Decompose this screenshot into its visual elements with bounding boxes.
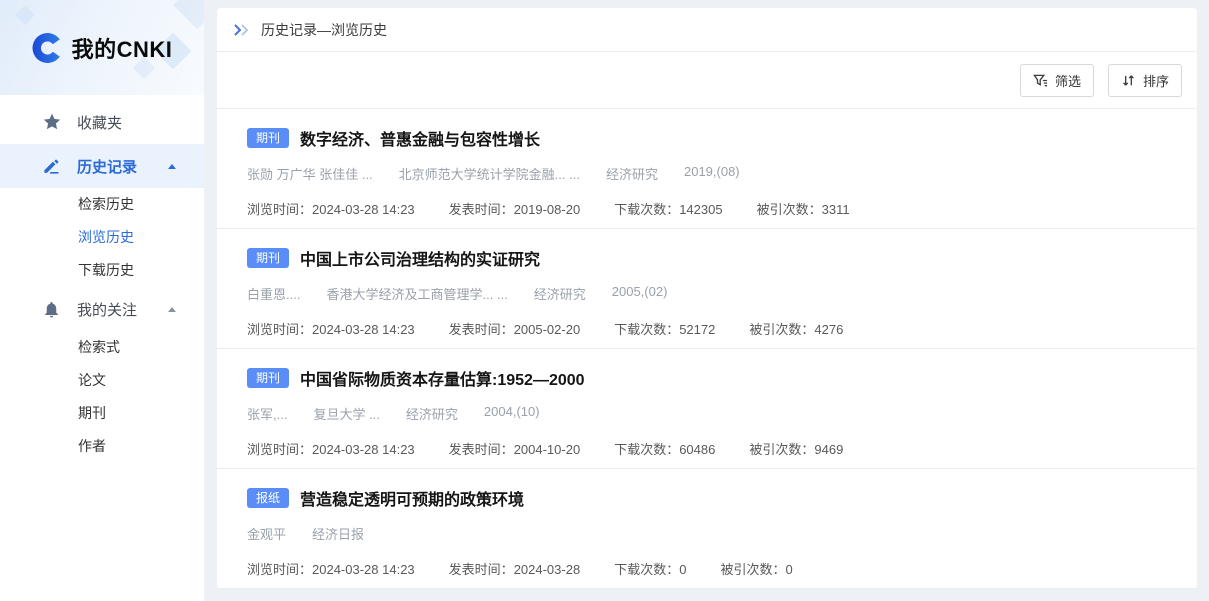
item-source: 经济研究 (534, 284, 586, 303)
item-source: 经济日报 (312, 524, 364, 543)
item-title[interactable]: 中国上市公司治理结构的实证研究 (300, 246, 540, 270)
list-item: 期刊 中国省际物质资本存量估算:1952—2000 张军,... 复旦大学 ..… (217, 349, 1197, 469)
list-item: 期刊 中国上市公司治理结构的实证研究 白重恩.... 香港大学经济及工商管理学.… (217, 229, 1197, 349)
logo-text: 我的CNKI (72, 32, 173, 64)
publish-time: 发表时间：2024-03-28 (449, 559, 581, 578)
bell-icon (42, 300, 62, 319)
app-root: 我的CNKI 收藏夹 历史记录 (0, 0, 1209, 601)
item-authors: 张军,... (247, 404, 287, 423)
decor-cube (173, 0, 204, 29)
logo[interactable]: 我的CNKI (0, 0, 204, 95)
download-count: 下载次数：52172 (614, 319, 715, 338)
item-title[interactable]: 营造稳定透明可预期的政策环境 (300, 486, 524, 510)
view-time: 浏览时间：2024-03-28 14:23 (247, 559, 415, 578)
sidebar-item-label: 我的关注 (77, 299, 137, 320)
filter-icon (1033, 73, 1048, 88)
item-issue: 2019,(08) (684, 164, 740, 183)
collapse-arrow-icon[interactable] (168, 307, 176, 312)
sidebar-item-download-history[interactable]: 下载历史 (0, 254, 204, 287)
breadcrumb: 历史记录—浏览历史 (217, 8, 1197, 52)
type-badge: 报纸 (247, 488, 289, 508)
type-badge: 期刊 (247, 368, 289, 388)
sidebar-item-history[interactable]: 历史记录 (0, 144, 204, 188)
filter-button[interactable]: 筛选 (1020, 64, 1094, 97)
breadcrumb-text: 历史记录—浏览历史 (261, 20, 387, 40)
cnki-logo-icon (32, 33, 63, 63)
citation-count: 被引次数：0 (720, 559, 792, 578)
item-title[interactable]: 中国省际物质资本存量估算:1952—2000 (300, 366, 585, 390)
sidebar-item-papers[interactable]: 论文 (0, 364, 204, 397)
sidebar-item-favorites[interactable]: 收藏夹 (0, 100, 204, 144)
publish-time: 发表时间：2005-02-20 (449, 319, 581, 338)
sort-button[interactable]: 排序 (1108, 64, 1182, 97)
collapse-arrow-icon[interactable] (168, 164, 176, 169)
content-card: 历史记录—浏览历史 筛选 (217, 8, 1197, 589)
sidebar-item-search-expression[interactable]: 检索式 (0, 331, 204, 364)
list-item: 期刊 数字经济、普惠金融与包容性增长 张勋 万广华 张佳佳 ... 北京师范大学… (217, 109, 1197, 229)
item-institution: 香港大学经济及工商管理学... ... (326, 284, 507, 303)
sidebar-item-browse-history[interactable]: 浏览历史 (0, 221, 204, 254)
history-list: 期刊 数字经济、普惠金融与包容性增长 张勋 万广华 张佳佳 ... 北京师范大学… (217, 109, 1197, 589)
item-issue: 2004,(10) (484, 404, 540, 423)
download-count: 下载次数：0 (614, 559, 686, 578)
publish-time: 发表时间：2004-10-20 (449, 439, 581, 458)
sidebar: 我的CNKI 收藏夹 历史记录 (0, 0, 204, 601)
sort-icon (1121, 73, 1136, 88)
decor-cube (15, 5, 35, 25)
item-title[interactable]: 数字经济、普惠金融与包容性增长 (300, 126, 540, 150)
type-badge: 期刊 (247, 248, 289, 268)
item-authors: 张勋 万广华 张佳佳 ... (247, 164, 373, 183)
item-authors: 金观平 (247, 524, 286, 543)
sidebar-menu: 收藏夹 历史记录 检索历史 浏览历史 下载历史 (0, 95, 204, 463)
sidebar-item-follow[interactable]: 我的关注 (0, 287, 204, 331)
view-time: 浏览时间：2024-03-28 14:23 (247, 319, 415, 338)
filter-button-label: 筛选 (1055, 71, 1081, 90)
sidebar-item-label: 收藏夹 (77, 112, 122, 133)
pen-icon (42, 157, 62, 176)
item-institution: 北京师范大学统计学院金融... ... (399, 164, 580, 183)
sort-button-label: 排序 (1143, 71, 1169, 90)
download-count: 下载次数：142305 (614, 199, 722, 218)
item-institution: 复旦大学 ... (313, 404, 379, 423)
citation-count: 被引次数：3311 (757, 199, 850, 218)
download-count: 下载次数：60486 (614, 439, 715, 458)
item-source: 经济研究 (406, 404, 458, 423)
star-icon (42, 112, 62, 132)
citation-count: 被引次数：9469 (749, 439, 843, 458)
publish-time: 发表时间：2019-08-20 (449, 199, 581, 218)
sidebar-item-journals[interactable]: 期刊 (0, 397, 204, 430)
main-content: 历史记录—浏览历史 筛选 (204, 0, 1209, 601)
double-chevron-icon (233, 24, 250, 36)
sidebar-item-authors[interactable]: 作者 (0, 430, 204, 463)
view-time: 浏览时间：2024-03-28 14:23 (247, 439, 415, 458)
citation-count: 被引次数：4276 (749, 319, 843, 338)
item-authors: 白重恩.... (247, 284, 300, 303)
item-issue: 2005,(02) (612, 284, 668, 303)
item-source: 经济研究 (606, 164, 658, 183)
list-item: 报纸 营造稳定透明可预期的政策环境 金观平 经济日报 浏览时间：2024-03-… (217, 469, 1197, 589)
toolbar: 筛选 排序 (217, 52, 1197, 109)
view-time: 浏览时间：2024-03-28 14:23 (247, 199, 415, 218)
sidebar-item-label: 历史记录 (77, 156, 137, 177)
type-badge: 期刊 (247, 128, 289, 148)
sidebar-item-search-history[interactable]: 检索历史 (0, 188, 204, 221)
